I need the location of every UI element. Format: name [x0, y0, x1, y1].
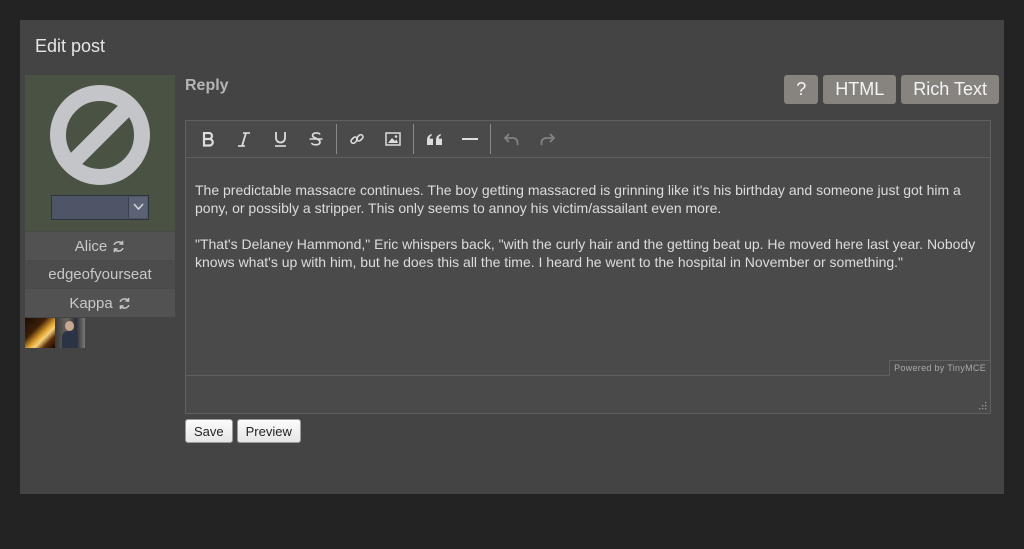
editor-statusbar: Powered by TinyMCE — [186, 360, 990, 413]
italic-button[interactable] — [226, 124, 262, 154]
image-icon — [385, 132, 401, 146]
underline-button[interactable] — [262, 124, 298, 154]
bold-icon — [202, 131, 214, 147]
panel-title: Edit post — [35, 36, 106, 56]
undo-button[interactable] — [493, 124, 529, 154]
preview-button[interactable]: Preview — [236, 419, 301, 443]
bold-button[interactable] — [190, 124, 226, 154]
edit-post-panel: Edit post Alice edgeofyourseat Kappa Rep… — [20, 20, 1004, 494]
avatar — [25, 75, 175, 231]
horizontal-rule-button[interactable] — [452, 124, 488, 154]
blockquote-icon — [426, 133, 442, 145]
editor-toolbar — [186, 121, 990, 158]
character-sidebar: Alice edgeofyourseat Kappa — [25, 75, 175, 348]
toolbar-divider — [336, 124, 337, 154]
character-alice[interactable]: Alice — [25, 231, 175, 260]
character-name: Alice — [74, 237, 108, 255]
help-button[interactable]: ? — [784, 75, 819, 104]
no-avatar-icon — [50, 85, 150, 185]
character-name: edgeofyourseat — [48, 266, 152, 283]
chevron-down-icon[interactable] — [128, 197, 147, 218]
recent-icons — [25, 318, 175, 348]
redo-button[interactable] — [529, 124, 565, 154]
underline-icon — [274, 132, 286, 147]
resize-handle-icon[interactable] — [979, 402, 987, 410]
character-kappa[interactable]: Kappa — [25, 288, 175, 317]
redo-icon — [540, 133, 555, 145]
blockquote-button[interactable] — [416, 124, 452, 154]
reply-label: Reply — [185, 77, 229, 94]
toolbar-divider — [490, 124, 491, 154]
editor-paragraph: The predictable massacre continues. The … — [195, 182, 961, 216]
switch-character-icon[interactable] — [112, 240, 125, 253]
image-button[interactable] — [375, 124, 411, 154]
editor-mode-buttons: ? HTML Rich Text — [784, 75, 999, 104]
rich-text-editor: The predictable massacre continues. The … — [185, 120, 991, 414]
editor-paragraph: "That's Delaney Hammond," Eric whispers … — [195, 236, 976, 270]
character-name: Kappa — [69, 294, 113, 312]
icon-thumbnail[interactable] — [55, 318, 85, 348]
icon-thumbnail[interactable] — [25, 318, 55, 348]
icon-select[interactable] — [51, 195, 149, 220]
link-icon — [350, 133, 364, 145]
switch-character-icon[interactable] — [118, 297, 131, 310]
save-button[interactable]: Save — [185, 419, 233, 443]
powered-by-label[interactable]: Powered by TinyMCE — [889, 360, 990, 376]
character-edgeofyourseat[interactable]: edgeofyourseat — [25, 260, 175, 288]
rich-text-mode-button[interactable]: Rich Text — [901, 75, 999, 104]
undo-icon — [503, 133, 518, 145]
strikethrough-button[interactable] — [298, 124, 334, 154]
html-mode-button[interactable]: HTML — [823, 75, 897, 104]
link-button[interactable] — [339, 124, 375, 154]
horizontal-rule-icon — [462, 138, 478, 140]
italic-icon — [238, 131, 250, 147]
strikethrough-icon — [309, 132, 323, 146]
toolbar-divider — [413, 124, 414, 154]
editor-content[interactable]: The predictable massacre continues. The … — [186, 158, 990, 376]
form-actions: Save Preview — [185, 419, 301, 443]
